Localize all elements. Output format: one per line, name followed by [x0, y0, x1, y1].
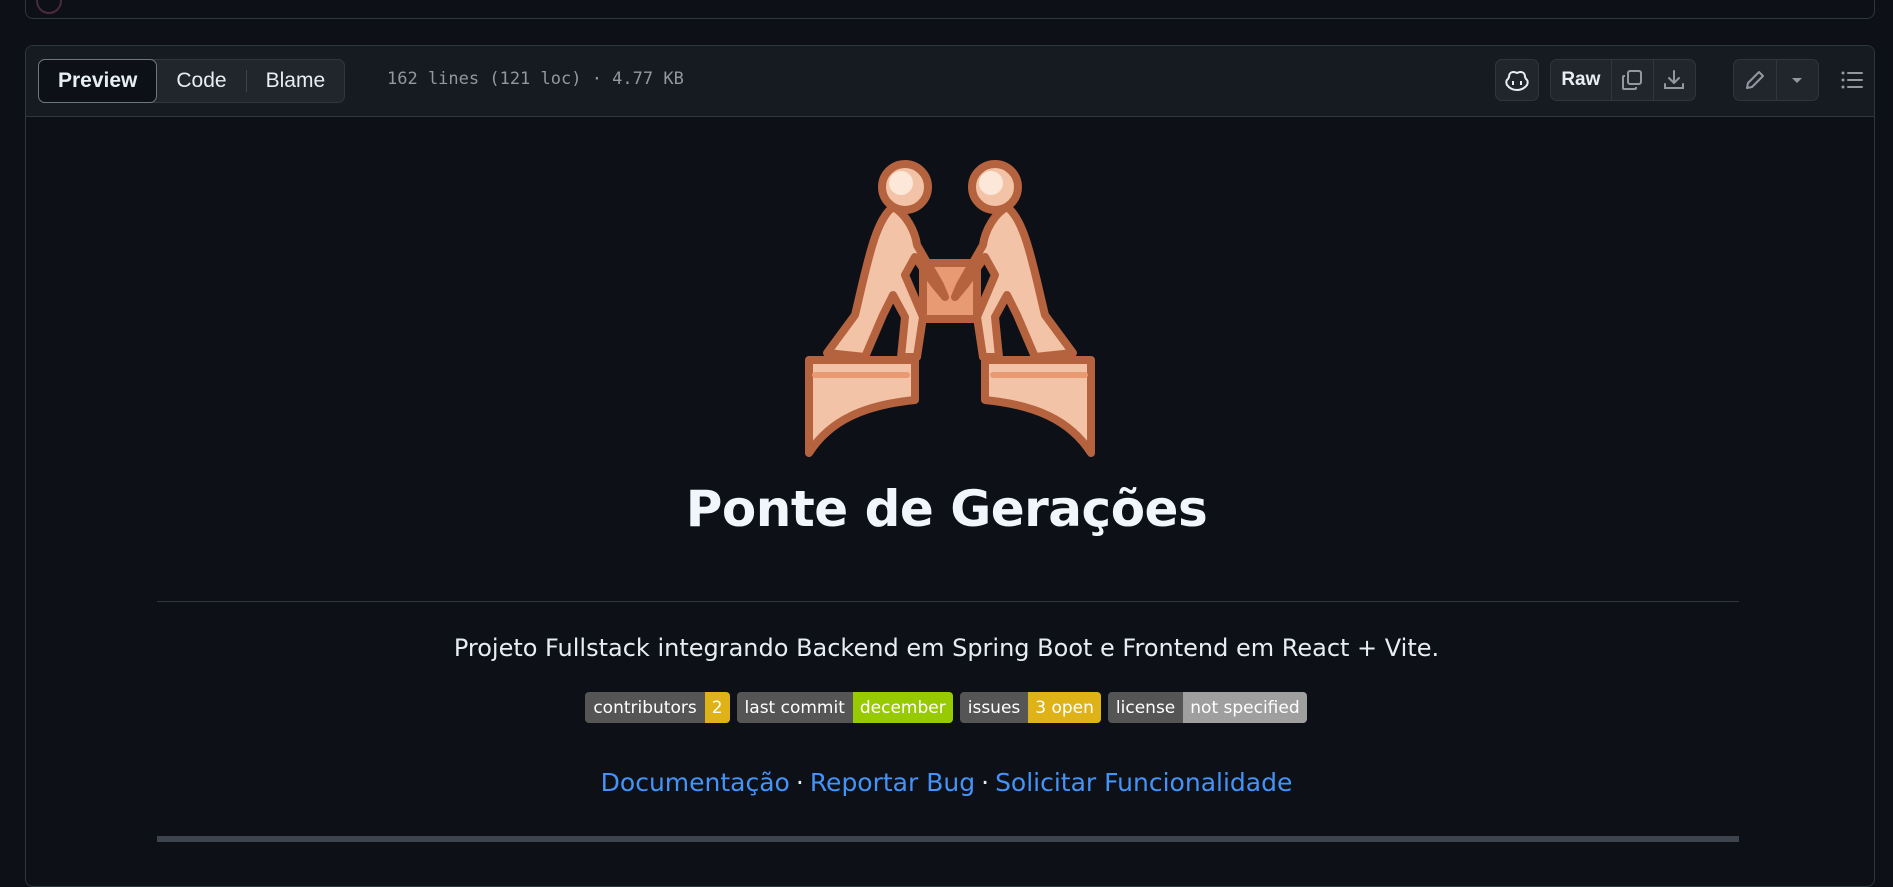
file-stats: 162 lines (121 loc) · 4.77 KB: [387, 69, 684, 89]
people-building-bridge-icon: [805, 145, 1095, 465]
link-request-feature[interactable]: Solicitar Funcionalidade: [995, 768, 1292, 797]
raw-button[interactable]: Raw: [1551, 60, 1611, 100]
badge-value: not specified: [1183, 692, 1307, 723]
edit-group: [1733, 59, 1819, 101]
tab-preview[interactable]: Preview: [38, 59, 158, 103]
edit-options-dropdown[interactable]: [1775, 60, 1818, 100]
badge-last-commit[interactable]: last commit december: [736, 692, 953, 723]
file-actions-group: Raw: [1550, 59, 1696, 101]
copy-raw-button[interactable]: [1610, 60, 1653, 100]
triangle-down-icon: [1792, 78, 1803, 83]
pencil-icon: [1745, 71, 1764, 89]
badge-label: last commit: [736, 692, 853, 723]
badge-label: issues: [959, 692, 1029, 723]
outline-button[interactable]: [1831, 59, 1873, 101]
title-divider: [157, 601, 1739, 602]
badge-contributors[interactable]: contributors 2: [585, 692, 730, 723]
badge-label: license: [1107, 692, 1184, 723]
readme-links: Documentação · Reportar Bug · Solicitar Func…: [0, 768, 1893, 797]
file-header: Preview Code Blame 162 lines (121 loc) ·…: [26, 46, 1874, 117]
raw-label: Raw: [1561, 69, 1601, 90]
badge-license[interactable]: license not specified: [1107, 692, 1307, 723]
tab-blame[interactable]: Blame: [247, 60, 345, 102]
download-icon: [1664, 70, 1685, 89]
badge-label: contributors: [585, 692, 705, 723]
download-button[interactable]: [1652, 60, 1695, 100]
link-separator: ·: [795, 768, 804, 797]
list-unordered-icon: [1841, 71, 1863, 89]
edit-file-button[interactable]: [1734, 60, 1776, 100]
badges-row: contributors 2 last commit december issu…: [0, 692, 1893, 723]
section-divider: [157, 836, 1739, 842]
copilot-icon: [1505, 71, 1529, 92]
copilot-button[interactable]: [1495, 59, 1539, 101]
badge-value: 3 open: [1028, 692, 1101, 723]
readme-title: Ponte de Gerações: [685, 480, 1208, 538]
link-report-bug[interactable]: Reportar Bug: [810, 768, 975, 797]
view-switcher: Preview Code Blame: [38, 59, 346, 103]
badge-value: december: [852, 692, 953, 723]
link-documentation[interactable]: Documentação: [601, 768, 790, 797]
badge-value: 2: [704, 692, 730, 723]
readme-description: Projeto Fullstack integrando Backend em …: [453, 634, 1440, 662]
badge-issues[interactable]: issues 3 open: [959, 692, 1101, 723]
link-separator: ·: [981, 768, 990, 797]
previous-panel: [25, 0, 1875, 19]
copy-icon: [1622, 70, 1643, 90]
tab-code[interactable]: Code: [157, 60, 245, 102]
